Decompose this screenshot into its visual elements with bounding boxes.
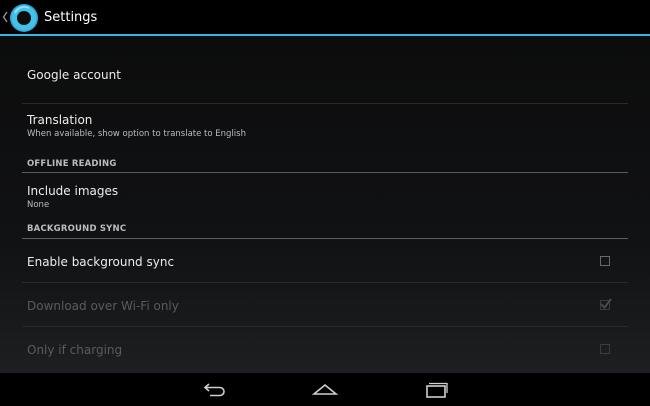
pref-title: Include images [27, 184, 119, 198]
category-background-sync: BACKGROUND SYNC [27, 224, 127, 234]
pref-google-account[interactable]: Google account [22, 38, 628, 103]
wifi-only-checkbox[interactable] [600, 298, 612, 310]
page-title: Settings [44, 10, 98, 25]
pref-enable-background-sync[interactable]: Enable background sync [22, 239, 628, 282]
system-nav-bar [0, 373, 650, 406]
checkmark-icon [600, 298, 612, 310]
back-icon[interactable] [201, 379, 229, 399]
pref-wifi-only[interactable]: Download over Wi-Fi only [22, 283, 628, 326]
pref-title: Google account [27, 68, 121, 82]
recent-apps-icon[interactable] [422, 379, 450, 399]
chevron-left-icon[interactable] [2, 10, 8, 24]
pref-title: Translation [27, 113, 93, 127]
charging-only-checkbox[interactable] [600, 344, 610, 354]
enable-sync-checkbox[interactable] [600, 256, 610, 266]
pref-title: Enable background sync [27, 255, 175, 269]
pref-include-images[interactable]: Include images None [22, 173, 628, 215]
settings-list: Google account Translation When availabl… [22, 38, 628, 370]
home-icon[interactable] [311, 379, 339, 399]
pref-title: Download over Wi-Fi only [27, 299, 179, 313]
settings-screen: Settings Google account Translation When… [0, 0, 650, 406]
pref-translation[interactable]: Translation When available, show option … [22, 104, 628, 144]
pref-charging-only[interactable]: Only if charging [22, 327, 628, 370]
ring-logo-icon[interactable] [9, 3, 39, 33]
pref-summary: When available, show option to translate… [27, 129, 246, 139]
pref-summary: None [27, 200, 50, 210]
action-bar: Settings [0, 0, 650, 36]
category-offline-reading: OFFLINE READING [27, 159, 117, 169]
pref-title: Only if charging [27, 343, 123, 357]
